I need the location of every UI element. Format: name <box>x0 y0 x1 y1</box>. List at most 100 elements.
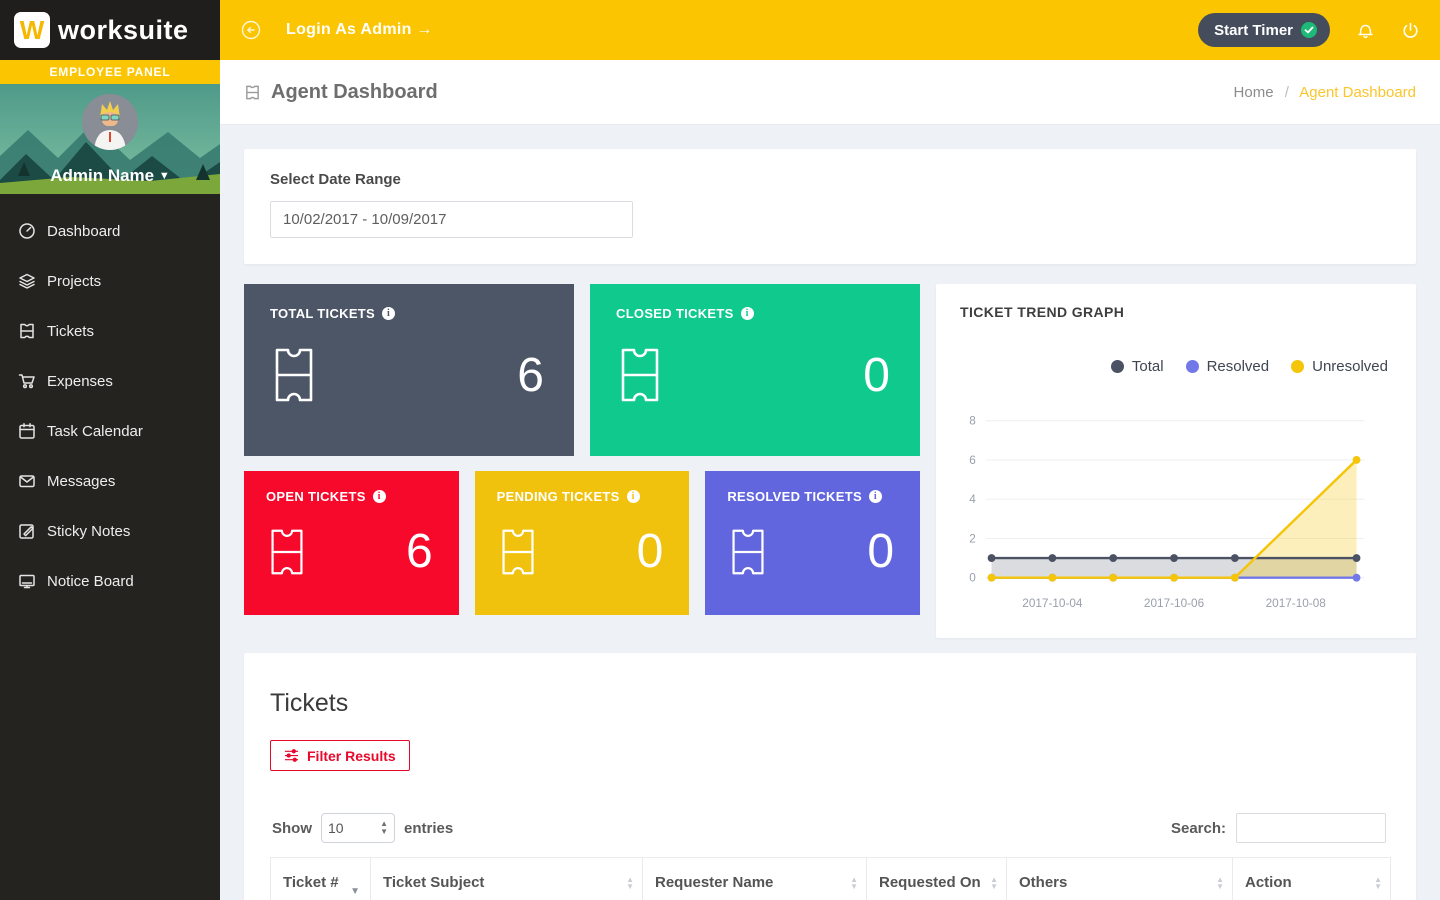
ticket-trend-card: TICKET TREND GRAPH Total Resolved Unreso… <box>936 284 1416 638</box>
search-input[interactable] <box>1236 813 1386 843</box>
envelope-icon <box>18 472 36 490</box>
main-column: Login As Admin → Start Timer <box>220 0 1440 900</box>
table-search: Search: <box>1171 813 1386 843</box>
filter-results-button[interactable]: Filter Results <box>270 740 410 771</box>
breadcrumb-home-link[interactable]: Home <box>1234 84 1274 101</box>
tickets-card: Tickets Filter Results Show 10 <box>244 653 1416 900</box>
sidebar-item-label: Notice Board <box>47 573 134 590</box>
sidebar-item-label: Messages <box>47 473 115 490</box>
legend-label: Unresolved <box>1312 358 1388 375</box>
sidebar-item-label: Dashboard <box>47 223 120 240</box>
sidebar-item-projects[interactable]: Projects <box>0 256 220 306</box>
stat-value: 6 <box>517 348 544 403</box>
sidebar-collapse-button[interactable] <box>240 19 262 41</box>
sidebar-item-label: Sticky Notes <box>47 523 130 540</box>
column-header-ticket-number[interactable]: Ticket # ▼ <box>271 858 371 900</box>
stat-label: RESOLVED TICKETS <box>727 489 862 504</box>
info-icon[interactable]: i <box>627 490 640 503</box>
ticket-icon <box>274 347 314 403</box>
svg-text:2017-10-08: 2017-10-08 <box>1266 597 1327 610</box>
breadcrumb-current: Agent Dashboard <box>1299 84 1416 101</box>
table-controls: Show 10 ▲▼ entries Search: <box>272 813 1386 843</box>
sort-icon: ▲▼ <box>1374 876 1382 890</box>
tickets-heading: Tickets <box>270 689 1390 718</box>
sidebar-item-dashboard[interactable]: Dashboard <box>0 206 220 256</box>
svg-text:6: 6 <box>969 454 976 467</box>
legend-item-unresolved[interactable]: Unresolved <box>1291 358 1388 375</box>
svg-text:0: 0 <box>969 572 976 585</box>
stat-label: OPEN TICKETS <box>266 489 366 504</box>
stat-value: 0 <box>637 524 664 579</box>
info-icon[interactable]: i <box>869 490 882 503</box>
sort-icon: ▲▼ <box>626 876 634 890</box>
sidebar-item-sticky-notes[interactable]: Sticky Notes <box>0 506 220 556</box>
stat-cards: TOTAL TICKETS i 6 CLOSED TICKETS i <box>244 284 920 638</box>
stat-card-total-tickets: TOTAL TICKETS i 6 <box>244 284 574 456</box>
ticket-icon <box>18 322 36 340</box>
board-icon <box>18 572 36 590</box>
ticket-icon <box>501 528 535 576</box>
collapse-arrow-icon <box>240 19 262 41</box>
date-range-input[interactable] <box>270 201 633 238</box>
topbar-actions: Start Timer <box>1198 13 1420 47</box>
svg-text:4: 4 <box>969 493 976 506</box>
chart-legend: Total Resolved Unresolved <box>960 358 1388 375</box>
page-header: Agent Dashboard Home / Agent Dashboard <box>220 60 1440 125</box>
page-length-select[interactable]: 10 <box>321 813 395 843</box>
logo-badge: W <box>14 12 50 48</box>
stat-label: CLOSED TICKETS <box>616 306 734 321</box>
layers-icon <box>18 272 36 290</box>
logout-button[interactable] <box>1401 21 1420 40</box>
app-root: W worksuite EMPLOYEE PANEL <box>0 0 1440 900</box>
sort-icon: ▲▼ <box>990 876 998 890</box>
legend-dot <box>1186 360 1199 373</box>
stat-label: TOTAL TICKETS <box>270 306 375 321</box>
sort-icon: ▲▼ <box>850 876 858 890</box>
topbar: Login As Admin → Start Timer <box>220 0 1440 60</box>
legend-item-total[interactable]: Total <box>1111 358 1164 375</box>
logo[interactable]: W worksuite <box>0 0 220 60</box>
notifications-button[interactable] <box>1356 21 1375 40</box>
sidebar-item-tickets[interactable]: Tickets <box>0 306 220 356</box>
employee-panel-label: EMPLOYEE PANEL <box>0 60 220 84</box>
sidebar-menu: Dashboard Projects Tickets Expenses <box>0 194 220 606</box>
profile-name: Admin Name <box>50 166 154 185</box>
column-header-subject[interactable]: Ticket Subject ▲▼ <box>371 858 643 900</box>
show-label: Show <box>272 820 312 837</box>
info-icon[interactable]: i <box>373 490 386 503</box>
profile-name-dropdown[interactable]: Admin Name ▼ <box>0 166 220 186</box>
sidebar-item-expenses[interactable]: Expenses <box>0 356 220 406</box>
trend-chart: 864202017-10-042017-10-062017-10-08 <box>960 405 1392 618</box>
sidebar-item-task-calendar[interactable]: Task Calendar <box>0 406 220 456</box>
sort-icon: ▲▼ <box>1216 876 1224 890</box>
login-as-admin-link[interactable]: Login As Admin → <box>286 21 433 39</box>
edit-note-icon <box>18 522 36 540</box>
column-header-requested-on[interactable]: Requested On ▲▼ <box>867 858 1007 900</box>
info-icon[interactable]: i <box>382 307 395 320</box>
info-icon[interactable]: i <box>741 307 754 320</box>
column-header-others[interactable]: Others ▲▼ <box>1007 858 1233 900</box>
stats-zone: TOTAL TICKETS i 6 CLOSED TICKETS i <box>244 284 1416 638</box>
start-timer-label: Start Timer <box>1214 22 1293 39</box>
svg-text:2017-10-06: 2017-10-06 <box>1144 597 1205 610</box>
logo-text: worksuite <box>58 15 189 46</box>
sidebar-item-messages[interactable]: Messages <box>0 456 220 506</box>
tickets-table: Ticket # ▼ Ticket Subject ▲▼ Requester N… <box>270 857 1391 900</box>
legend-dot <box>1111 360 1124 373</box>
page-length-control: Show 10 ▲▼ entries <box>272 813 453 843</box>
legend-dot <box>1291 360 1304 373</box>
table-header-row: Ticket # ▼ Ticket Subject ▲▼ Requester N… <box>271 858 1391 900</box>
page-title: Agent Dashboard <box>244 81 438 104</box>
svg-text:2017-10-04: 2017-10-04 <box>1022 597 1083 610</box>
column-header-action[interactable]: Action ▲▼ <box>1233 858 1391 900</box>
stat-card-resolved-tickets: RESOLVED TICKETS i 0 <box>705 471 920 615</box>
column-header-requester[interactable]: Requester Name ▲▼ <box>643 858 867 900</box>
stat-value: 0 <box>863 348 890 403</box>
avatar[interactable] <box>82 94 138 150</box>
ticket-icon <box>731 528 765 576</box>
start-timer-button[interactable]: Start Timer <box>1198 13 1330 47</box>
legend-item-resolved[interactable]: Resolved <box>1186 358 1270 375</box>
filter-results-label: Filter Results <box>307 748 396 764</box>
sidebar-item-notice-board[interactable]: Notice Board <box>0 556 220 606</box>
stat-card-closed-tickets: CLOSED TICKETS i 0 <box>590 284 920 456</box>
